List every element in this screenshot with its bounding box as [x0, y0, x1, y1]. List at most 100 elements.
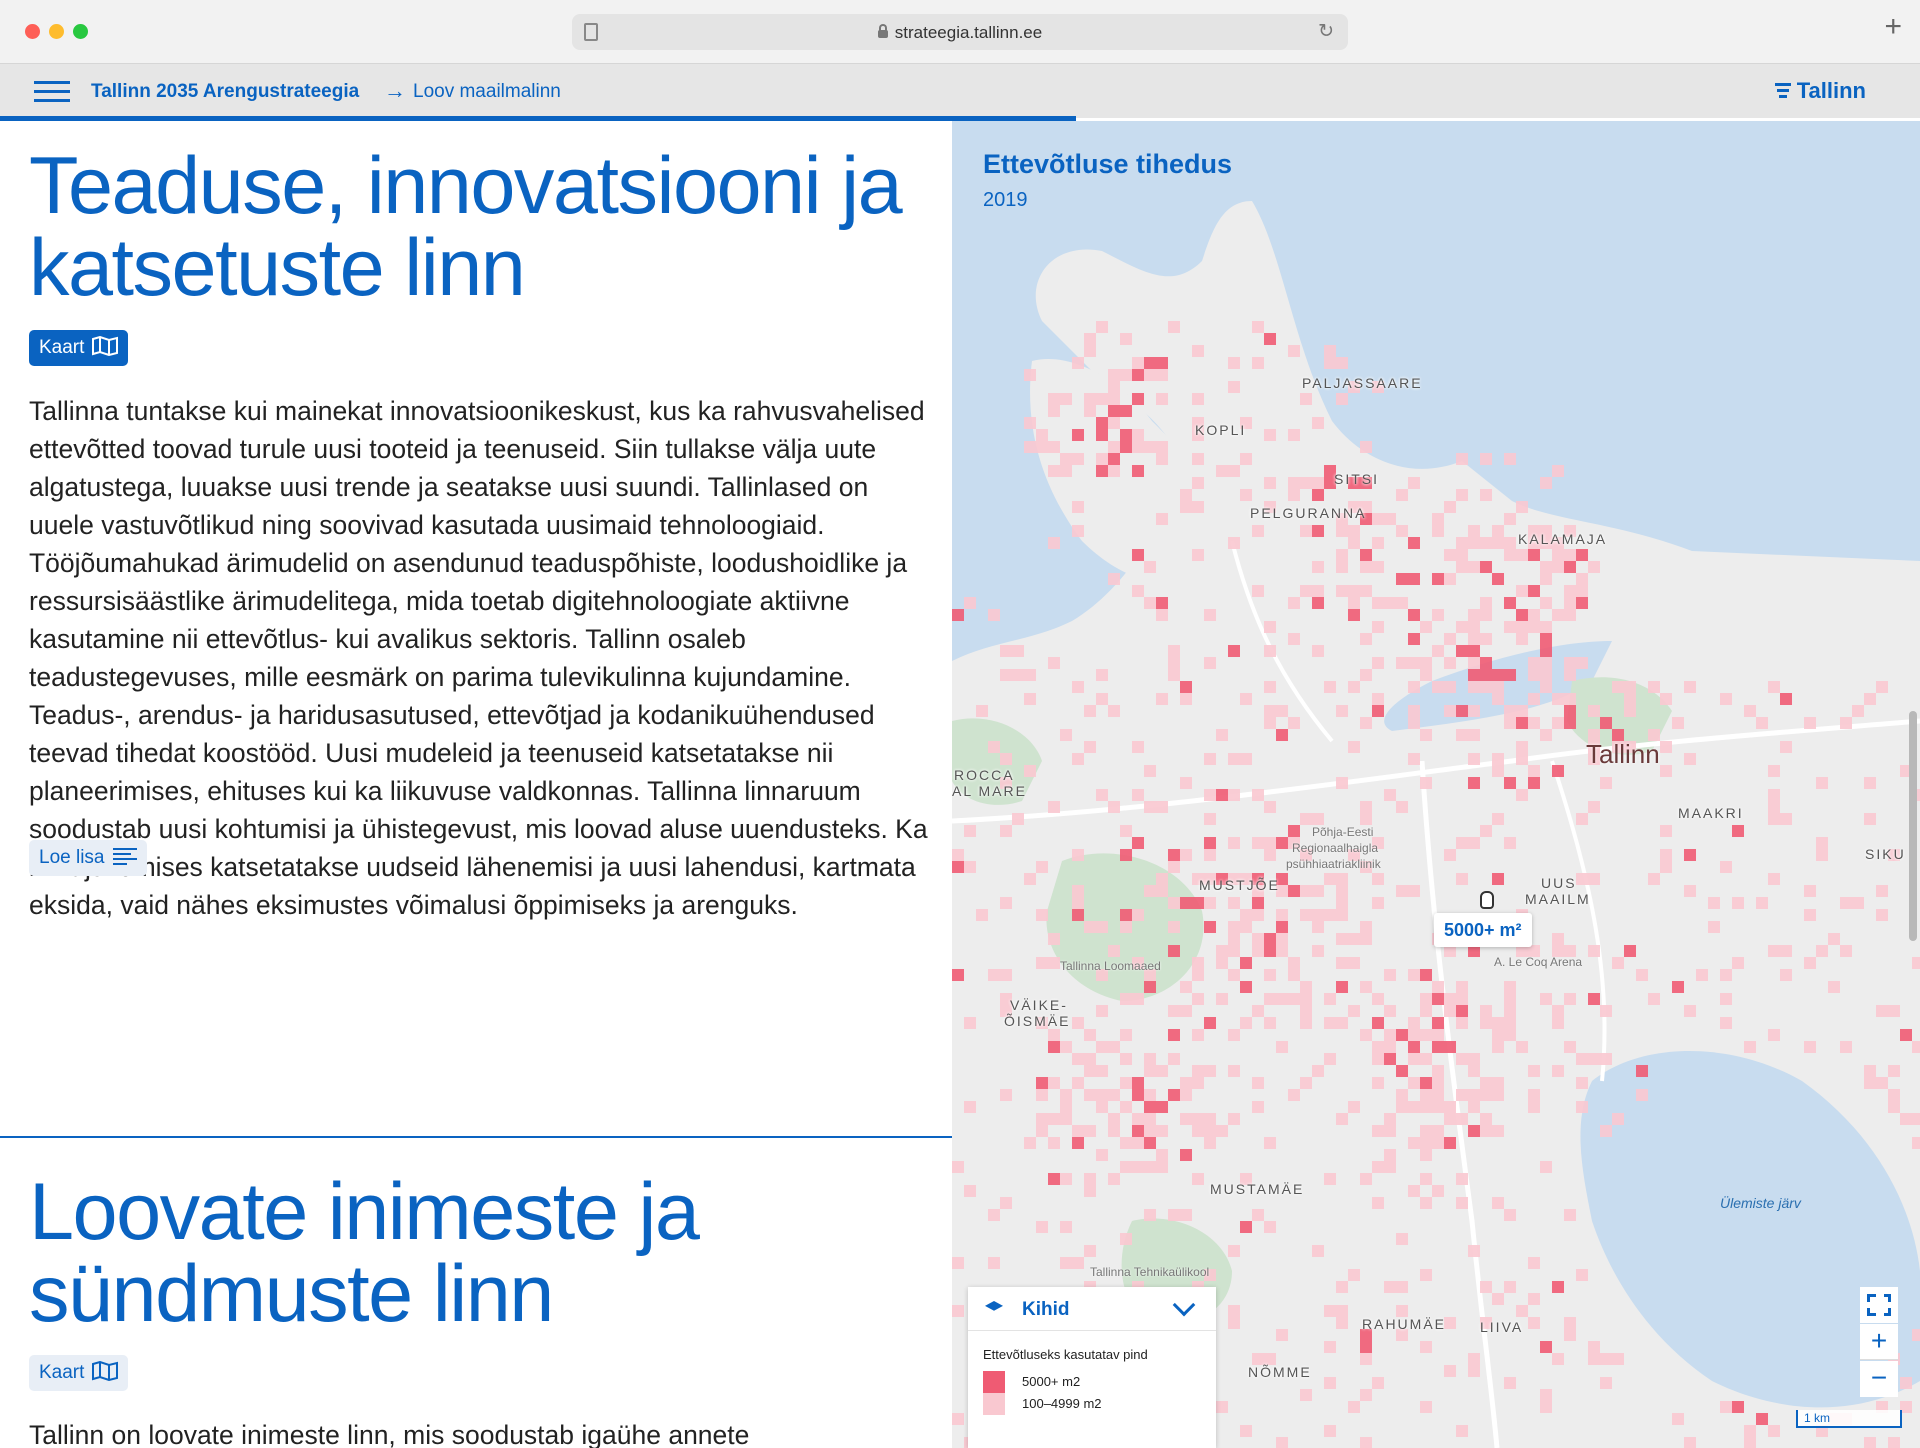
density-cell — [1912, 1137, 1920, 1149]
density-cell — [1444, 549, 1456, 561]
density-cell — [952, 609, 964, 621]
density-cell — [1444, 849, 1456, 861]
reload-icon[interactable]: ↻ — [1318, 22, 1334, 41]
density-cell — [1384, 1005, 1396, 1017]
density-cell — [1420, 669, 1432, 681]
density-cell — [1132, 909, 1144, 921]
density-cell — [1756, 717, 1768, 729]
chevron-down-icon[interactable] — [1172, 1293, 1196, 1317]
close-window-button[interactable] — [25, 24, 40, 39]
zoom-in-button[interactable]: + — [1860, 1324, 1898, 1360]
menu-icon[interactable] — [34, 81, 70, 103]
density-cell — [1216, 1401, 1228, 1413]
density-cell — [1096, 1065, 1108, 1077]
density-cell — [1456, 837, 1468, 849]
density-cell — [1588, 1353, 1600, 1365]
density-cell — [1072, 909, 1084, 921]
map-scrollbar[interactable] — [1909, 711, 1917, 941]
breadcrumb-current[interactable]: Loov maailmalinn — [413, 81, 561, 103]
density-cell — [1444, 1113, 1456, 1125]
density-cell — [1468, 609, 1480, 621]
density-cell — [1372, 1125, 1384, 1137]
density-cell — [1180, 1089, 1192, 1101]
new-tab-icon[interactable]: + — [1884, 12, 1902, 42]
density-cell — [1252, 945, 1264, 957]
density-cell — [1312, 597, 1324, 609]
density-cell — [1804, 885, 1816, 897]
density-cell — [1156, 1065, 1168, 1077]
density-cell — [1456, 1017, 1468, 1029]
density-cell — [1264, 993, 1276, 1005]
density-cell — [1336, 1017, 1348, 1029]
density-cell — [1456, 1089, 1468, 1101]
poi-label: Põhja-Eesti — [1312, 825, 1374, 839]
density-cell — [1024, 417, 1036, 429]
density-cell — [1192, 897, 1204, 909]
density-cell — [1372, 621, 1384, 633]
density-cell — [1360, 633, 1372, 645]
breadcrumb-arrow-icon: → — [384, 78, 406, 103]
density-cell — [1072, 429, 1084, 441]
zoom-window-button[interactable] — [73, 24, 88, 39]
density-cell — [1552, 933, 1564, 945]
read-more-button[interactable]: Loe lisa — [29, 840, 147, 876]
density-cell — [1180, 1077, 1192, 1089]
density-cell — [1348, 1401, 1360, 1413]
density-cell — [1456, 1425, 1468, 1437]
density-cell — [1504, 1377, 1516, 1389]
density-cell — [1264, 801, 1276, 813]
map-canvas[interactable] — [952, 121, 1920, 1448]
minimize-window-button[interactable] — [49, 24, 64, 39]
map-button[interactable]: Kaart — [29, 1355, 129, 1391]
address-bar[interactable]: strateegia.tallinn.ee ↻ — [572, 14, 1348, 50]
fullscreen-button[interactable] — [1860, 1287, 1898, 1323]
density-cell — [1480, 1089, 1492, 1101]
layers-toggle[interactable]: Kihid — [968, 1287, 1216, 1331]
density-map[interactable]: Ettevõtluse tihedus 2019 PALJASSAARE KOP… — [952, 121, 1920, 1448]
density-cell — [1504, 993, 1516, 1005]
density-cell — [1036, 429, 1048, 441]
breadcrumb-root-link[interactable]: Tallinn 2035 Arengustrateegia — [91, 81, 359, 103]
density-cell — [1000, 1197, 1012, 1209]
density-cell — [1456, 489, 1468, 501]
section-body: Tallinna tuntakse kui mainekat innovatsi… — [29, 396, 928, 920]
density-cell — [1432, 645, 1444, 657]
density-cell — [1696, 969, 1708, 981]
density-cell — [1552, 1281, 1564, 1293]
tallinn-logo[interactable]: Tallinn — [1774, 78, 1866, 104]
density-cell — [1480, 681, 1492, 693]
density-cell — [1516, 789, 1528, 801]
density-cell — [1036, 1089, 1048, 1101]
density-cell — [1132, 585, 1144, 597]
density-cell — [1432, 609, 1444, 621]
density-cell — [1312, 525, 1324, 537]
density-cell — [1336, 561, 1348, 573]
density-cell — [1264, 705, 1276, 717]
density-cell — [1120, 1077, 1132, 1089]
density-cell — [1588, 705, 1600, 717]
density-cell — [1168, 1209, 1180, 1221]
density-cell — [1216, 993, 1228, 1005]
place-label: MAAILM — [1525, 891, 1591, 907]
density-cell — [1060, 1041, 1072, 1053]
density-cell — [1456, 1005, 1468, 1017]
map-button[interactable]: Kaart — [29, 330, 129, 366]
zoom-out-button[interactable]: − — [1860, 1361, 1898, 1397]
density-cell — [988, 969, 1000, 981]
density-cell — [1840, 945, 1852, 957]
density-cell — [1528, 717, 1540, 729]
density-cell — [1492, 873, 1504, 885]
density-cell — [1084, 405, 1096, 417]
density-cell — [1468, 1065, 1480, 1077]
density-cell — [1912, 1113, 1920, 1125]
density-cell — [1108, 801, 1120, 813]
density-cell — [1444, 501, 1456, 513]
density-cell — [1132, 465, 1144, 477]
density-cell — [1720, 693, 1732, 705]
density-cell — [1732, 897, 1744, 909]
density-cell — [1048, 1173, 1060, 1185]
density-cell — [1576, 1077, 1588, 1089]
density-cell — [1456, 705, 1468, 717]
density-cell — [1252, 909, 1264, 921]
density-cell — [1396, 489, 1408, 501]
